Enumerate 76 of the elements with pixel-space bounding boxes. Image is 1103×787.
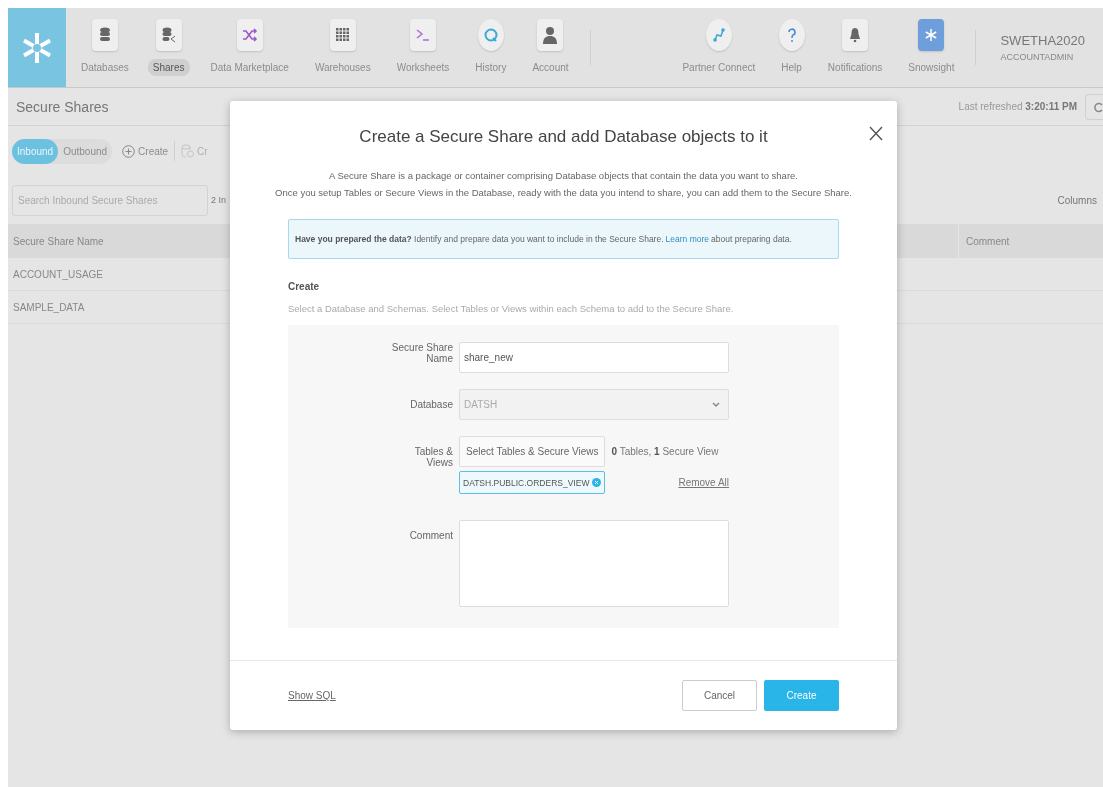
selection-summary: 0 Tables, 1 Secure View <box>611 446 719 457</box>
last-refreshed: Last refreshed 3:20:11 PM <box>958 101 1077 112</box>
page-title: Secure Shares <box>16 98 109 115</box>
nav-tab[interactable]: Account <box>527 59 574 76</box>
create-button[interactable]: Create <box>120 144 171 158</box>
nav-icon-tile[interactable] <box>842 19 869 51</box>
section-title: Create <box>288 281 321 292</box>
show-sql-link[interactable]: Show SQL <box>288 690 675 701</box>
dialog-title: Create a Secure Share and add Database objects to it <box>359 127 768 147</box>
nav-tab[interactable]: Data Marketplace <box>205 59 294 76</box>
remove-icon[interactable] <box>592 478 602 487</box>
nav-icon-tile[interactable] <box>91 19 118 51</box>
section-hint: Select a Database and Schemas. Select Tables or Views within each Schema to add to the Secure Share. <box>288 303 735 314</box>
nav-tab[interactable]: Shares <box>147 59 190 76</box>
refresh-icon <box>1093 100 1103 113</box>
user-role: ACCOUNTADMIN <box>1000 52 1075 62</box>
learn-more-link[interactable]: Learn more <box>665 234 709 244</box>
nav-icon-tile[interactable] <box>778 19 805 51</box>
nav-label[interactable]: Snowsight <box>903 59 960 76</box>
field-label: Secure Share Name <box>390 342 453 364</box>
plus-circle-icon <box>122 144 136 158</box>
nav-icon-tile[interactable] <box>155 19 182 51</box>
nav-icon-tile[interactable] <box>477 19 504 51</box>
view-chip[interactable]: DATSH.PUBLIC.ORDERS_VIEW <box>459 471 606 494</box>
close-icon[interactable] <box>869 126 883 141</box>
share-name-field[interactable]: share_new <box>459 342 729 373</box>
field-label: Comment <box>408 529 453 541</box>
nav-icon-tile[interactable] <box>236 19 263 51</box>
bell-icon <box>849 27 862 43</box>
columns-menu[interactable]: Columns <box>1057 194 1097 206</box>
field-label: Tables & Views <box>413 445 453 468</box>
create-button[interactable]: Create <box>764 680 839 711</box>
nav-label[interactable]: Notifications <box>822 59 888 76</box>
nav-icon-tile[interactable] <box>409 19 436 51</box>
segment-tab[interactable]: Outbound <box>58 138 113 164</box>
nav-label[interactable]: Partner Connect <box>677 59 761 76</box>
help-icon <box>786 27 797 43</box>
database-share-icon <box>161 27 176 43</box>
terminal-icon <box>414 28 431 42</box>
refresh-button[interactable] <box>1085 93 1103 120</box>
logo[interactable] <box>8 8 66 87</box>
nav-tab[interactable]: History <box>470 59 512 76</box>
nav-icon-tile[interactable] <box>705 19 732 51</box>
search-field[interactable]: Search Inbound Secure Shares <box>12 184 208 216</box>
grid-icon <box>335 28 350 42</box>
history-icon <box>482 27 499 43</box>
nav-label[interactable]: Help <box>776 59 807 76</box>
select-tables-button[interactable]: Select Tables & Secure Views <box>459 436 606 467</box>
segment-tab[interactable]: Inbound <box>12 138 59 164</box>
nav-icon-tile[interactable] <box>537 19 564 51</box>
dialog-description: Once you setup Tables or Secure Views in the Database, ready with the data you intend to share, you can add them to the Secure Share. <box>275 186 852 200</box>
nav-tab[interactable]: Databases <box>76 59 134 76</box>
comment-field[interactable] <box>459 520 729 607</box>
snowflake-icon <box>924 28 939 42</box>
database-icon <box>98 27 111 43</box>
cancel-button[interactable]: Cancel <box>682 680 757 711</box>
share-count: 2 In <box>211 195 227 205</box>
dialog-description: A Secure Share is a package or container comprising Database objects that contain the data you want to share. <box>329 169 798 183</box>
field-label: Database <box>409 398 453 410</box>
user-name[interactable]: SWETHA2020 <box>1000 33 1085 48</box>
column-header[interactable]: Comment <box>958 224 1103 258</box>
table-cell[interactable]: SAMPLE_DATA <box>8 301 85 313</box>
chevron-down-icon <box>712 401 720 408</box>
table-cell[interactable]: ACCOUNT_USAGE <box>8 268 103 280</box>
database-add-icon <box>181 144 195 158</box>
shuffle-icon <box>241 27 258 43</box>
column-header[interactable]: Secure Share Name <box>8 235 104 247</box>
nav-tab[interactable]: Warehouses <box>309 59 376 76</box>
info-banner: Have you prepared the data? Identify and prepare data you want to include in the Secure Share. Learn more about preparing data. <box>288 219 839 259</box>
connector-icon <box>711 27 726 43</box>
snowflake-logo-icon <box>21 30 53 65</box>
person-icon <box>542 25 559 45</box>
nav-icon-tile[interactable] <box>329 19 356 51</box>
remove-all-link[interactable]: Remove All <box>678 477 729 488</box>
nav-tab[interactable]: Worksheets <box>391 59 455 76</box>
nav-icon-tile[interactable] <box>918 19 945 51</box>
